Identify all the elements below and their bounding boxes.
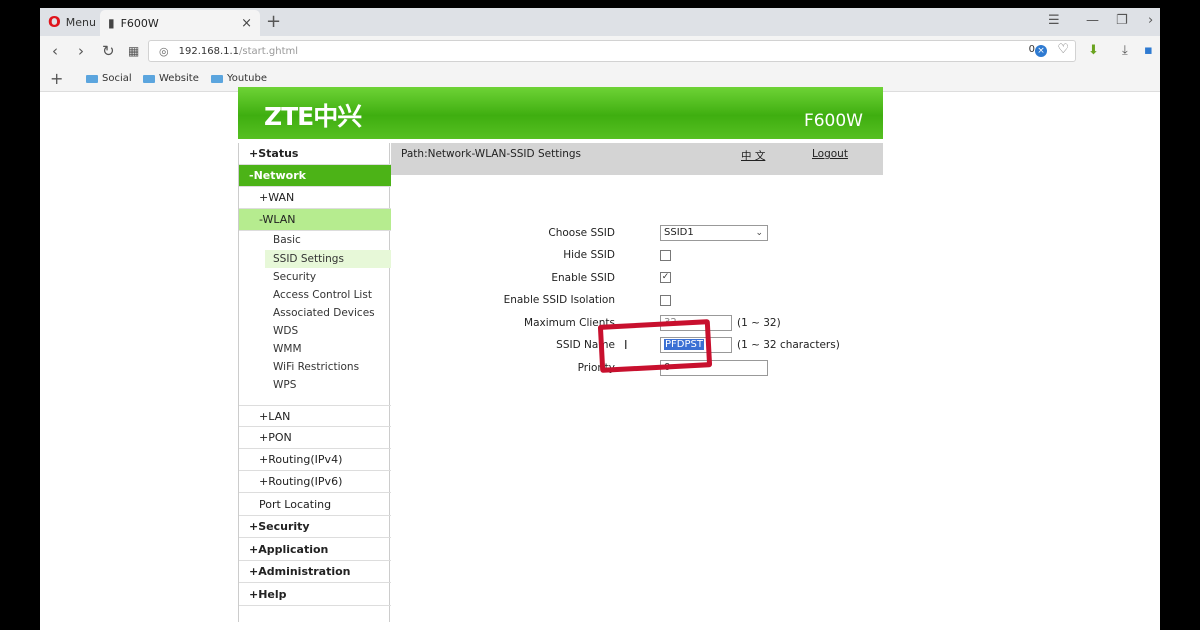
reload-icon[interactable]: ↻: [102, 42, 115, 60]
wlan-wmm[interactable]: WMM: [273, 340, 391, 358]
router-sidebar: +Status -Network +WAN -WLAN Basic SSID S…: [238, 143, 391, 622]
ssid-name-hint: (1 ~ 32 characters): [737, 339, 840, 351]
close-tab-icon[interactable]: ×: [241, 16, 252, 31]
minimize-icon[interactable]: —: [1086, 13, 1099, 28]
wlan-basic[interactable]: Basic: [273, 231, 391, 249]
sidebar-item-pon[interactable]: +PON: [239, 427, 391, 449]
priority-label: Priority: [577, 362, 615, 374]
max-clients-label: Maximum Clients: [524, 317, 615, 329]
highlight-annotation-box: [597, 319, 713, 373]
router-header: ZTE中兴 F600W: [238, 87, 883, 139]
choose-ssid-value: SSID1: [664, 227, 694, 238]
logout-link[interactable]: Logout: [812, 148, 848, 160]
hide-ssid-label: Hide SSID: [563, 249, 615, 261]
bookmark-youtube[interactable]: Youtube: [211, 73, 267, 84]
bookmark-label: Youtube: [227, 73, 267, 84]
wlan-associated-devices[interactable]: Associated Devices: [273, 304, 391, 322]
menu-label: Menu: [65, 15, 96, 29]
extension-icon[interactable]: ⬇: [1088, 43, 1099, 58]
ssid-isolation-checkbox[interactable]: [660, 295, 671, 306]
choose-ssid-select[interactable]: SSID1 ⌄: [660, 225, 768, 241]
tab-menu-icon[interactable]: ☰: [1048, 13, 1060, 28]
sidebar-item-lan[interactable]: +LAN: [239, 405, 391, 427]
snapshot-icon[interactable]: ▪: [1144, 43, 1153, 58]
wlan-wps[interactable]: WPS: [273, 376, 391, 394]
sidebar-item-application[interactable]: +Application: [239, 539, 391, 561]
forward-icon[interactable]: ›: [78, 42, 84, 60]
back-icon[interactable]: ‹: [52, 42, 58, 60]
wlan-wds[interactable]: WDS: [273, 322, 391, 340]
sidebar-item-help[interactable]: +Help: [239, 584, 391, 606]
bookmark-social[interactable]: Social: [86, 73, 132, 84]
opera-menu-button[interactable]: O Menu: [40, 8, 98, 36]
folder-icon: [143, 74, 155, 83]
wlan-access-control-list[interactable]: Access Control List: [273, 286, 391, 304]
choose-ssid-label: Choose SSID: [548, 227, 615, 239]
text-cursor-icon: I: [624, 338, 628, 352]
url-path: /start.ghtml: [239, 45, 299, 57]
sidebar-item-administration[interactable]: +Administration: [239, 561, 391, 583]
sidebar-item-status[interactable]: +Status: [239, 143, 391, 165]
download-icon[interactable]: ⤓: [1122, 43, 1128, 58]
folder-icon: [211, 74, 223, 83]
bookmark-website[interactable]: Website: [143, 73, 199, 84]
browser-tab-bar: O Menu ▮ F600W × + ☰ — ❐ ›: [40, 8, 1160, 36]
max-clients-hint: (1 ~ 32): [737, 317, 781, 329]
heart-icon[interactable]: ♡: [1057, 42, 1069, 57]
sidebar-item-routing-ipv6[interactable]: +Routing(IPv6): [239, 471, 391, 493]
ssid-isolation-label: Enable SSID Isolation: [503, 294, 615, 306]
enable-ssid-checkbox[interactable]: ✓: [660, 272, 671, 283]
ssid-settings-form: Choose SSID SSID1 ⌄ Hide SSID Enable SSI…: [391, 175, 883, 622]
model-name: F600W: [803, 111, 863, 131]
close-window-icon[interactable]: ›: [1148, 13, 1153, 28]
wlan-wifi-restrictions[interactable]: WiFi Restrictions: [273, 358, 391, 376]
add-bookmark-icon[interactable]: +: [50, 69, 63, 88]
ssid-name-label: SSID Name: [556, 339, 615, 351]
bookmark-label: Website: [159, 73, 199, 84]
folder-icon: [86, 74, 98, 83]
speed-dial-icon[interactable]: ▦: [128, 44, 139, 58]
chinese-language-link[interactable]: 中 文: [741, 148, 765, 163]
address-bar-row: ‹ › ↻ ▦ ◎ 192.168.1.1/start.ghtml 0 × ♡ …: [40, 36, 1160, 66]
sidebar-item-port-locating[interactable]: Port Locating: [239, 494, 391, 516]
url-host: 192.168.1.1: [178, 45, 240, 57]
zte-logo: ZTE中兴: [264, 102, 362, 131]
bookmark-label: Social: [102, 73, 132, 84]
opera-logo-icon: O: [48, 13, 61, 31]
url-input[interactable]: ◎ 192.168.1.1/start.ghtml 0 × ♡: [148, 40, 1076, 62]
enable-ssid-label: Enable SSID: [551, 272, 615, 284]
sidebar-item-wlan[interactable]: -WLAN: [239, 209, 391, 231]
hide-ssid-checkbox[interactable]: [660, 250, 671, 261]
sidebar-item-wan[interactable]: +WAN: [239, 187, 391, 209]
sidebar-item-routing-ipv4[interactable]: +Routing(IPv4): [239, 449, 391, 471]
path-bar: Path:Network-WLAN-SSID Settings 中 文 Logo…: [391, 143, 883, 175]
tab-title: F600W: [120, 16, 159, 30]
document-icon: ▮: [108, 16, 115, 30]
new-tab-icon[interactable]: +: [266, 11, 281, 32]
browser-tab[interactable]: ▮ F600W ×: [100, 10, 260, 36]
globe-icon: ◎: [159, 44, 169, 58]
restore-icon[interactable]: ❐: [1116, 13, 1128, 28]
sidebar-item-network[interactable]: -Network: [239, 165, 391, 187]
chevron-down-icon: ⌄: [755, 228, 763, 238]
wlan-ssid-settings[interactable]: SSID Settings: [265, 250, 391, 268]
adblock-icon[interactable]: ×: [1035, 45, 1047, 57]
sidebar-item-security[interactable]: +Security: [239, 516, 391, 538]
wlan-security[interactable]: Security: [273, 268, 391, 286]
breadcrumb: Path:Network-WLAN-SSID Settings: [401, 148, 582, 160]
